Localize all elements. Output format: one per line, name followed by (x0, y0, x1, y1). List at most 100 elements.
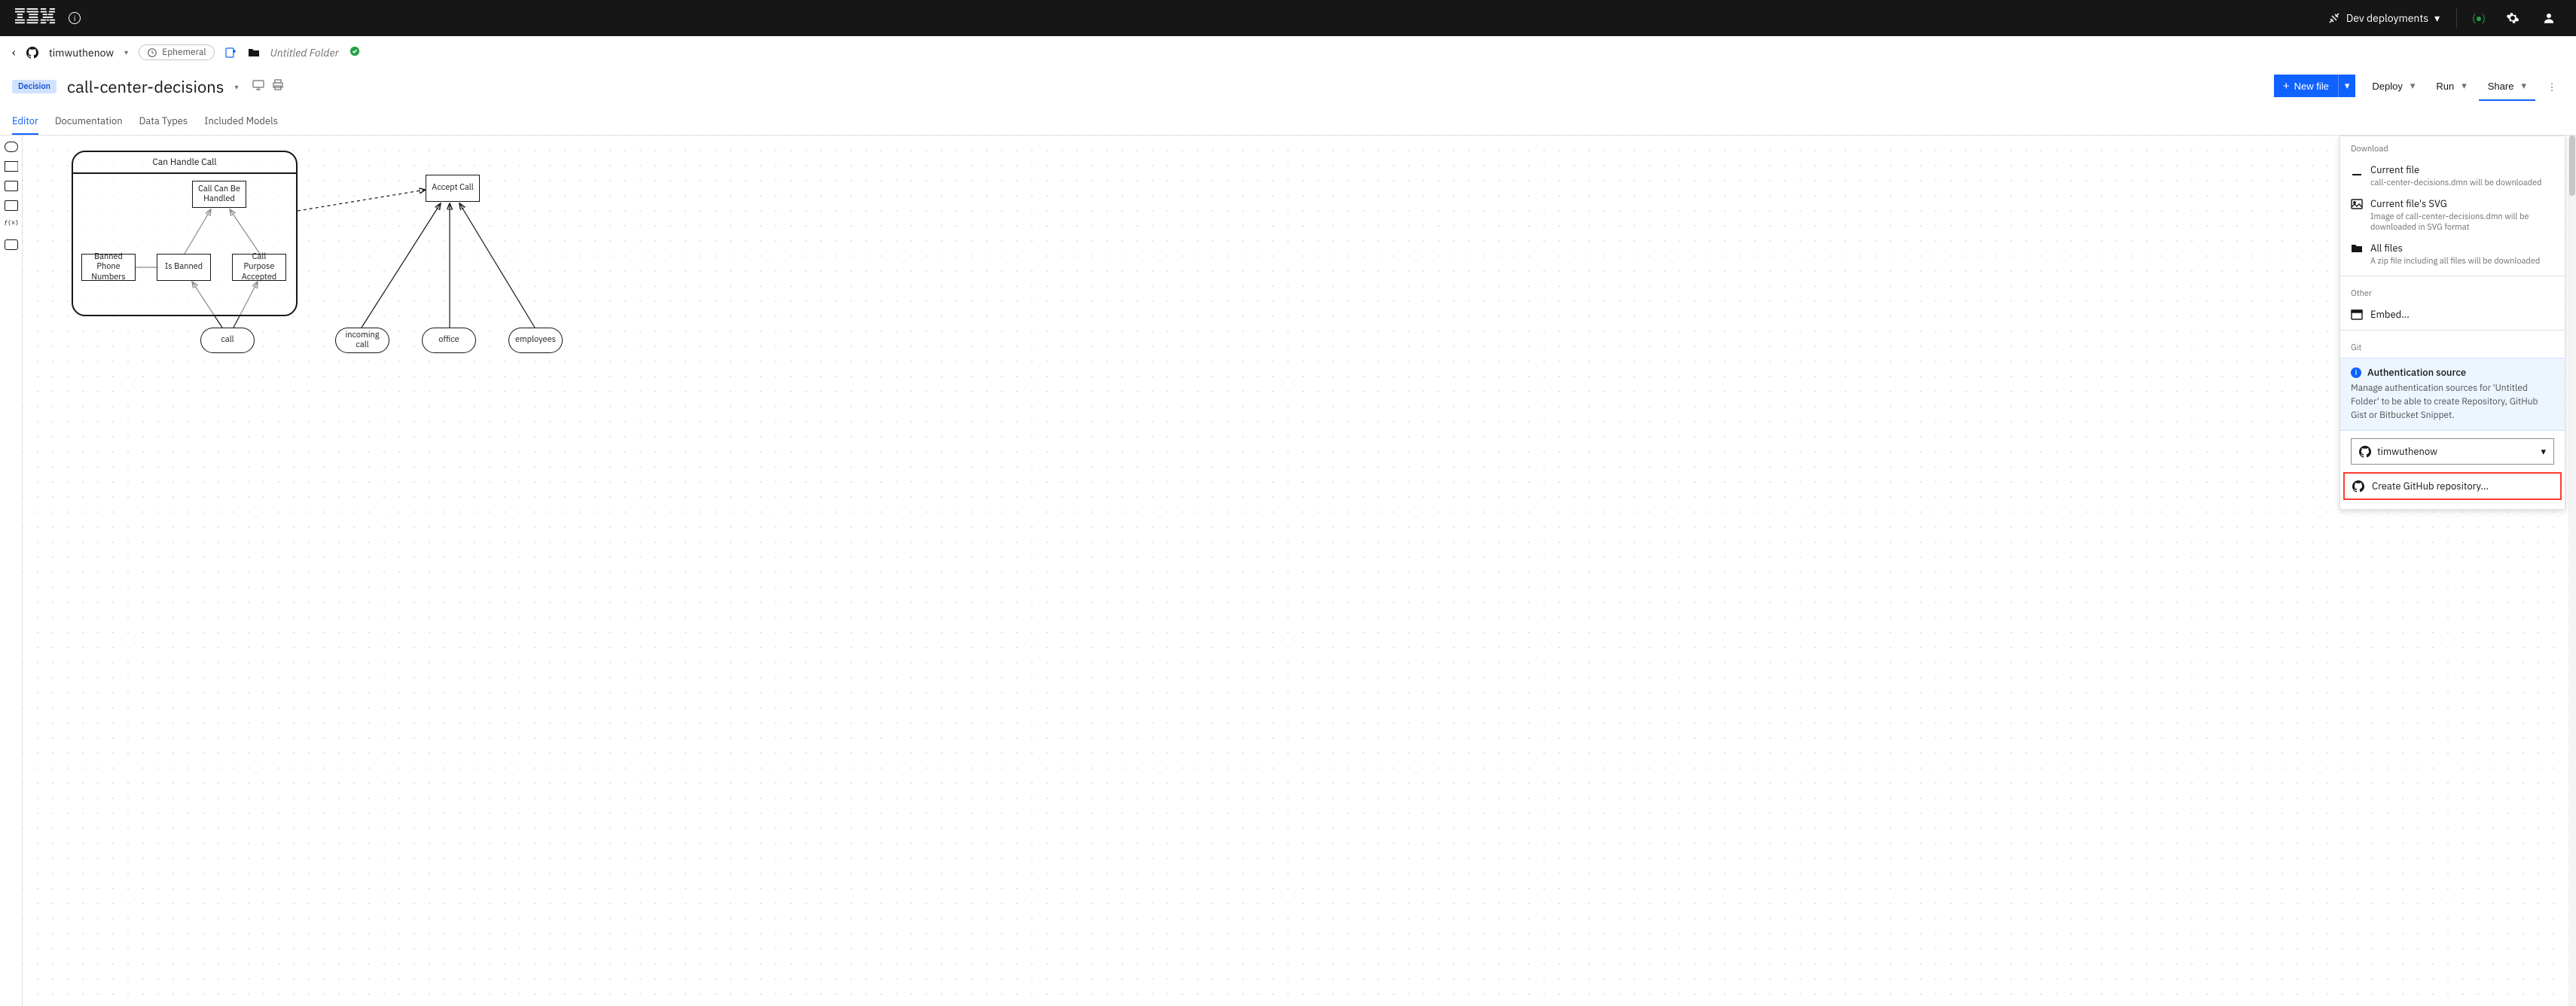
current-file-title: Current file (2370, 163, 2419, 176)
create-github-repo[interactable]: Create GitHub repository... (2343, 472, 2562, 500)
ephemeral-chip: Ephemeral (139, 44, 214, 60)
main-area: ƒ(x) Can Handle Call Call Can Be Handled… (0, 136, 2576, 1006)
top-header: i Dev deployments ▾ (●) (0, 0, 2576, 36)
image-icon (2351, 198, 2363, 210)
palette: ƒ(x) (0, 136, 23, 1006)
dev-deployments-menu[interactable]: Dev deployments ▾ (2318, 0, 2450, 36)
run-label: Run (2436, 81, 2454, 92)
github-icon (2359, 446, 2371, 458)
new-file-add-icon[interactable] (225, 47, 237, 59)
run-dropdown[interactable]: ▾ (2458, 72, 2476, 99)
tabs: Editor Documentation Data Types Included… (0, 108, 2576, 136)
tab-editor[interactable]: Editor (12, 108, 38, 135)
new-file-button[interactable]: + New file (2274, 75, 2338, 97)
decision-tag: Decision (12, 80, 56, 93)
section-git: Git (2340, 335, 2565, 358)
current-file-desc: call-center-decisions.dmn will be downlo… (2370, 178, 2554, 188)
scrollbar-thumb[interactable] (2569, 136, 2575, 196)
auth-select[interactable]: timwuthenow ▾ (2351, 438, 2554, 465)
section-download: Download (2340, 136, 2565, 159)
deploy-label: Deploy (2372, 81, 2402, 92)
back-button[interactable]: ‹ (12, 45, 16, 60)
plus-icon: + (2283, 81, 2290, 92)
share-all-files[interactable]: All files A zip file including all files… (2340, 237, 2565, 271)
info-icon: i (2351, 367, 2361, 378)
folder-name[interactable]: Untitled Folder (270, 46, 339, 59)
chevron-down-icon: ▾ (2541, 445, 2546, 458)
folder-solid-icon (2351, 242, 2363, 255)
embed-icon (2351, 309, 2363, 321)
title-dropdown[interactable]: ▾ (235, 82, 239, 92)
deploy-dropdown[interactable]: ▾ (2407, 72, 2425, 99)
node-is-banned[interactable]: Is Banned (157, 254, 211, 281)
desktop-icon[interactable] (252, 79, 264, 94)
node-call[interactable]: call (200, 328, 255, 353)
print-icon[interactable] (272, 79, 284, 94)
download-icon (2351, 164, 2363, 176)
info-icon[interactable]: i (69, 12, 81, 24)
title-bar: Decision call-center-decisions ▾ + New fi… (0, 69, 2576, 108)
new-file-label: New file (2294, 81, 2329, 92)
auth-message: Manage authentication sources for 'Untit… (2351, 382, 2554, 422)
node-banned-phone-numbers[interactable]: Banned Phone Numbers (81, 254, 136, 281)
repo-name[interactable]: timwuthenow (49, 46, 114, 59)
dev-deployments-label: Dev deployments (2346, 11, 2428, 25)
auth-box: i Authentication source Manage authentica… (2340, 358, 2565, 431)
all-files-title: All files (2370, 242, 2403, 255)
share-current-file[interactable]: Current file call-center-decisions.dmn w… (2340, 159, 2565, 193)
share-label: Share (2488, 81, 2514, 92)
run-button[interactable]: Run (2427, 73, 2458, 99)
node-call-purpose-accepted[interactable]: Call Purpose Accepted (232, 254, 286, 281)
node-accept-call[interactable]: Accept Call (426, 175, 480, 202)
file-title: call-center-decisions (67, 76, 224, 98)
chevron-down-icon: ▾ (2434, 11, 2440, 25)
palette-text[interactable]: ƒ(x) (5, 220, 18, 230)
connection-icon[interactable]: (●) (2463, 11, 2495, 25)
node-office[interactable]: office (422, 328, 476, 353)
tab-included-models[interactable]: Included Models (204, 108, 278, 135)
share-current-svg[interactable]: Current file's SVG Image of call-center-… (2340, 193, 2565, 237)
dmn-container[interactable]: Can Handle Call (72, 151, 298, 316)
user-icon[interactable] (2531, 0, 2567, 36)
palette-rounded-rect[interactable] (5, 142, 18, 152)
canvas[interactable]: Can Handle Call Call Can Be Handled Bann… (23, 136, 2576, 1006)
deploy-button[interactable]: Deploy (2363, 73, 2407, 99)
tab-documentation[interactable]: Documentation (55, 108, 123, 135)
embed-title: Embed... (2370, 308, 2410, 321)
palette-rect[interactable] (5, 181, 18, 191)
auth-title: Authentication source (2367, 366, 2466, 379)
container-title: Can Handle Call (73, 152, 296, 174)
github-icon (2352, 480, 2364, 492)
new-file-dropdown[interactable]: ▾ (2338, 75, 2356, 97)
settings-icon[interactable] (2495, 0, 2531, 36)
section-other: Other (2340, 281, 2565, 303)
kebab-menu[interactable]: ⋮ (2540, 81, 2564, 93)
share-panel: Download Current file call-center-decisi… (2339, 136, 2565, 510)
palette-flag[interactable] (5, 161, 18, 172)
clock-icon (147, 47, 157, 58)
repo-dropdown[interactable]: ▾ (124, 47, 128, 57)
share-button[interactable]: Share (2479, 73, 2519, 99)
node-employees[interactable]: employees (508, 328, 563, 353)
auth-user: timwuthenow (2377, 445, 2437, 458)
ibm-logo (9, 6, 55, 30)
divider (2456, 8, 2457, 29)
node-incoming-call[interactable]: incoming call (335, 328, 389, 353)
all-files-desc: A zip file including all files will be d… (2370, 256, 2554, 267)
ephemeral-label: Ephemeral (162, 47, 206, 58)
share-embed[interactable]: Embed... (2340, 303, 2565, 325)
palette-rect-2[interactable] (5, 200, 18, 211)
current-svg-title: Current file's SVG (2370, 197, 2447, 210)
satellite-icon (2328, 12, 2340, 24)
tab-data-types[interactable]: Data Types (139, 108, 188, 135)
scrollbar[interactable] (2568, 136, 2576, 1006)
github-icon (26, 47, 38, 59)
create-repo-label: Create GitHub repository... (2372, 480, 2489, 492)
palette-node[interactable] (5, 239, 18, 250)
breadcrumb: ‹ timwuthenow ▾ Ephemeral Untitled Folde… (0, 36, 2576, 69)
node-call-can-be-handled[interactable]: Call Can Be Handled (192, 181, 246, 208)
divider (2340, 330, 2565, 331)
share-dropdown[interactable]: ▾ (2518, 72, 2535, 99)
diagram-links (23, 136, 2576, 1006)
folder-icon (248, 47, 260, 59)
